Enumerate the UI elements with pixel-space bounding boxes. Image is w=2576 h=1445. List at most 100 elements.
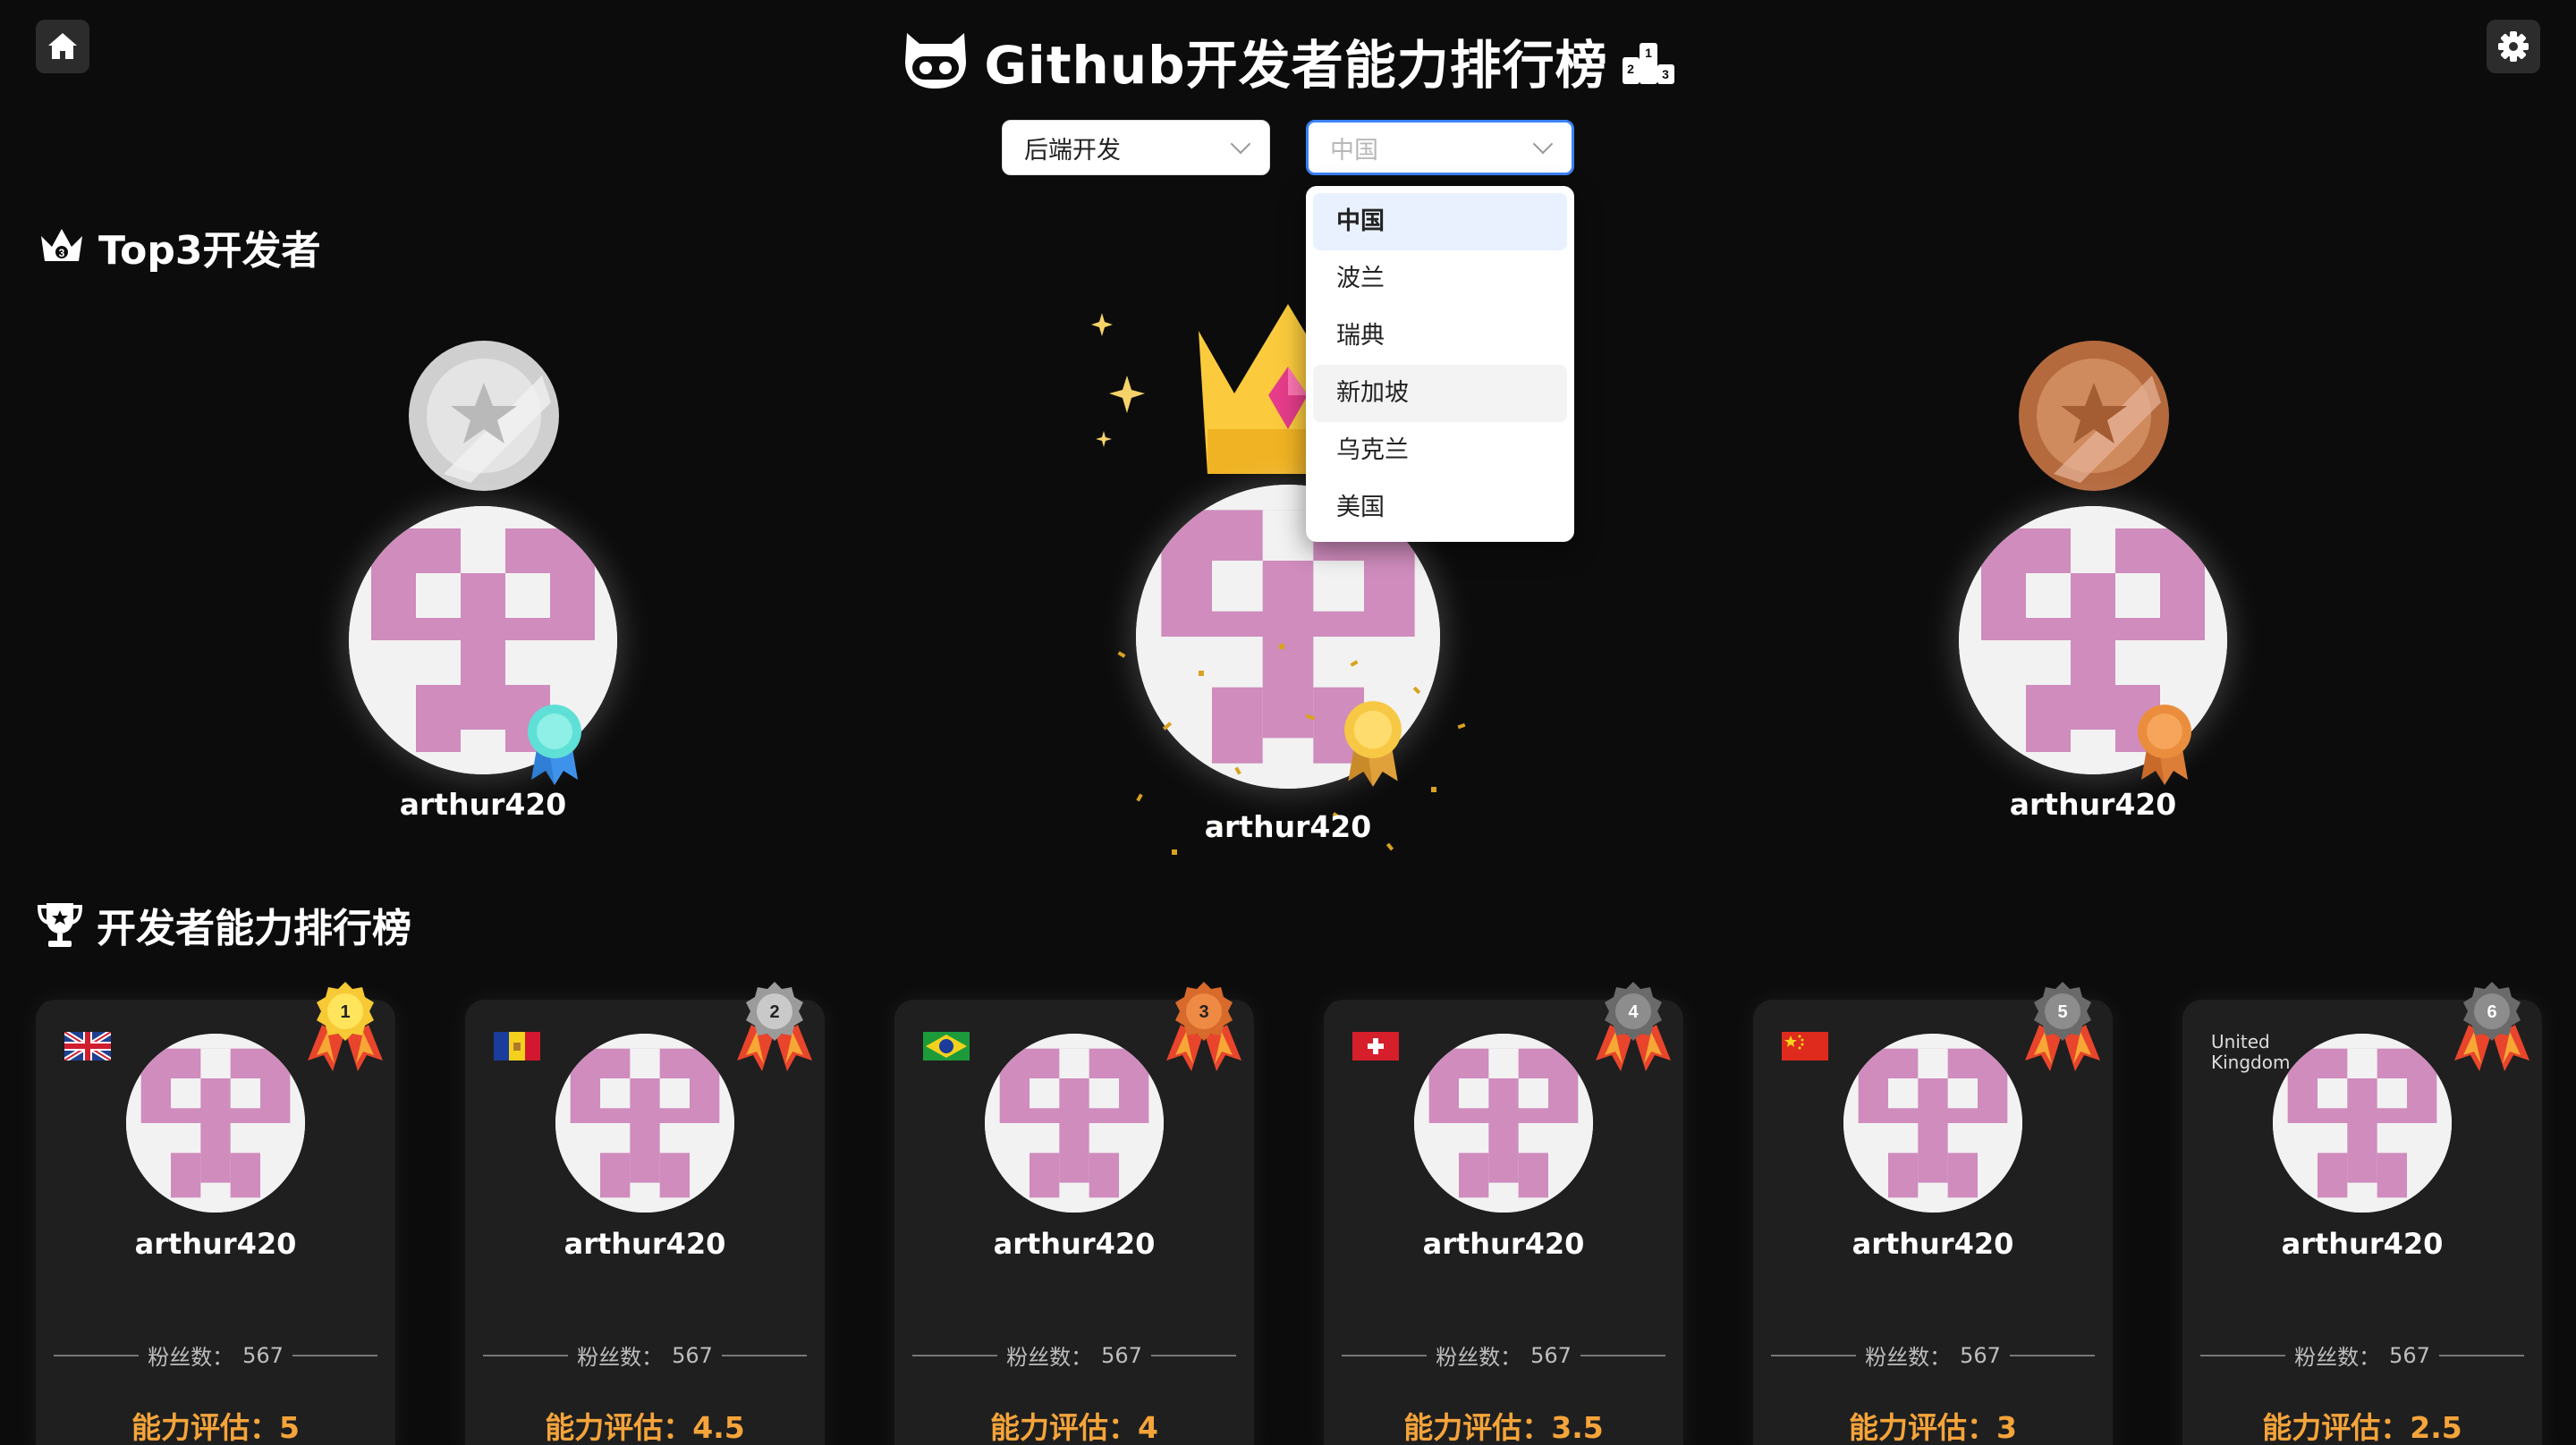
- divider: [54, 1354, 140, 1356]
- divider: [2200, 1354, 2286, 1356]
- fans-row: 粉丝数： 567: [483, 1339, 807, 1371]
- score-row: 能力评估：2.5: [2182, 1404, 2542, 1445]
- developer-card[interactable]: 3 arthur420 粉丝数： 567 能力评估：4: [894, 982, 1254, 1445]
- svg-text:3: 3: [1662, 67, 1669, 81]
- developer-name: arthur420: [2281, 1227, 2444, 1261]
- dropdown-option[interactable]: 瑞典: [1313, 308, 1567, 365]
- svg-text:3: 3: [59, 247, 65, 259]
- rank-number: 2: [769, 1002, 779, 1022]
- divider: [483, 1354, 569, 1356]
- developer-card[interactable]: 2 arthur420 粉丝数： 567 能力评估：4.5: [465, 982, 825, 1445]
- avatar: [985, 1034, 1164, 1213]
- rank-ribbon-icon: [528, 705, 581, 785]
- chevron-down-icon: [1532, 133, 1554, 155]
- country-select[interactable]: 中国: [1306, 120, 1574, 175]
- developer-card[interactable]: 4 arthur420 粉丝数： 567 能力评估：3.5: [1324, 982, 1683, 1445]
- score-label: 能力评估：: [1403, 1410, 1552, 1445]
- developer-card[interactable]: 5 arthur420 粉丝数： 567 能力评估：3: [1753, 982, 2113, 1445]
- divider: [1580, 1354, 1665, 1356]
- fans-count: 567: [242, 1342, 284, 1368]
- dropdown-option[interactable]: 乌克兰: [1313, 422, 1567, 479]
- dropdown-option[interactable]: 新加坡: [1313, 365, 1567, 422]
- rank-badge-icon: 5: [2025, 982, 2100, 1071]
- score-row: 能力评估：3: [1753, 1404, 2113, 1445]
- ranking-heading-text: 开发者能力排行榜: [97, 906, 411, 951]
- score-label: 能力评估：: [131, 1410, 280, 1445]
- developer-name: arthur420: [564, 1227, 726, 1261]
- podium-third[interactable]: arthur420: [1914, 322, 2272, 841]
- rank-badge-icon: 1: [308, 982, 383, 1071]
- bronze-medal-icon: [2019, 341, 2169, 491]
- developer-card[interactable]: 1 arthur420 粉丝数： 567 能力评估：5: [36, 982, 395, 1445]
- fans-label: 粉丝数：: [1006, 1345, 1093, 1370]
- uk-flag-icon: [64, 1032, 111, 1061]
- divider: [2009, 1354, 2095, 1356]
- category-select[interactable]: 后端开发: [1002, 120, 1270, 175]
- score-row: 能力评估：3.5: [1324, 1404, 1683, 1445]
- rank-number: 1: [340, 1002, 350, 1022]
- top3-heading: 3 Top3开发者: [38, 218, 321, 275]
- fans-row: 粉丝数： 567: [1342, 1339, 1665, 1371]
- brazil-flag-icon: [923, 1032, 970, 1061]
- score-row: 能力评估：4: [894, 1404, 1254, 1445]
- score-label: 能力评估：: [2262, 1410, 2411, 1445]
- score-value: 4.5: [692, 1410, 745, 1445]
- score-label: 能力评估：: [990, 1410, 1139, 1445]
- score-value: 5: [279, 1410, 300, 1445]
- divider: [1771, 1354, 1857, 1356]
- chevron-down-icon: [1230, 133, 1251, 155]
- dropdown-option[interactable]: 美国: [1313, 479, 1567, 537]
- score-value: 3.5: [1551, 1410, 1604, 1445]
- podium-name: arthur420: [1204, 809, 1372, 844]
- fans-label: 粉丝数：: [1436, 1345, 1522, 1370]
- fans-label: 粉丝数：: [148, 1345, 234, 1370]
- dropdown-option[interactable]: 波兰: [1313, 250, 1567, 308]
- score-value: 3: [1996, 1410, 2017, 1445]
- country-dropdown-menu: 中国 波兰 瑞典 新加坡 乌克兰 美国: [1306, 186, 1574, 542]
- fans-row: 粉丝数： 567: [2200, 1339, 2524, 1371]
- rank-badge-icon: 3: [1166, 982, 1241, 1071]
- rank-badge-icon: 4: [1596, 982, 1671, 1071]
- fans-count: 567: [2389, 1342, 2430, 1368]
- fans-label: 粉丝数：: [1865, 1345, 1952, 1370]
- sparkle-icon: [1091, 313, 1145, 447]
- fans-count: 567: [1530, 1342, 1572, 1368]
- svg-text:1: 1: [1645, 46, 1652, 60]
- developer-name: arthur420: [1422, 1227, 1585, 1261]
- country-select-placeholder: 中国: [1330, 136, 1378, 165]
- title-text: Github开发者能力排行榜: [984, 35, 1608, 96]
- fans-count: 567: [1101, 1342, 1142, 1368]
- developer-name: arthur420: [1852, 1227, 2014, 1261]
- score-label: 能力评估：: [545, 1410, 693, 1445]
- divider: [721, 1354, 807, 1356]
- avatar: [555, 1034, 734, 1213]
- rank-badge-icon: 2: [737, 982, 812, 1071]
- dropdown-option[interactable]: 中国: [1313, 193, 1567, 250]
- flag-image-alt: United Kingdom: [2211, 1031, 2291, 1073]
- crown-icon: 3: [41, 229, 82, 261]
- fans-count: 567: [1960, 1342, 2001, 1368]
- fans-label: 粉丝数：: [2294, 1345, 2381, 1370]
- developer-card[interactable]: United Kingdom 6 arthur420 粉丝数： 567 能力评估：2.5: [2182, 982, 2542, 1445]
- podium-second[interactable]: arthur420: [304, 322, 662, 841]
- china-flag-icon: [1782, 1032, 1828, 1061]
- score-label: 能力评估：: [1849, 1410, 1997, 1445]
- fans-count: 567: [672, 1342, 713, 1368]
- rank-badge-icon: 6: [2454, 982, 2529, 1071]
- podium-icon: 2 1 3: [1622, 43, 1674, 84]
- category-select-value: 后端开发: [1024, 136, 1121, 165]
- rank-ribbon-icon: [1344, 701, 1402, 787]
- score-value: 4: [1138, 1410, 1158, 1445]
- rank-number: 6: [2487, 1002, 2496, 1022]
- developer-name: arthur420: [993, 1227, 1156, 1261]
- avatar: [1414, 1034, 1593, 1213]
- score-value: 2.5: [2410, 1410, 2462, 1445]
- top3-heading-text: Top3开发者: [98, 228, 321, 274]
- settings-button[interactable]: [2487, 20, 2540, 73]
- rank-number: 5: [2057, 1002, 2067, 1022]
- trophy-icon: [37, 903, 83, 947]
- silver-medal-icon: [409, 341, 559, 491]
- score-row: 能力评估：5: [36, 1404, 395, 1445]
- rank-number: 3: [1199, 1002, 1208, 1022]
- switzerland-flag-icon: [1352, 1032, 1399, 1061]
